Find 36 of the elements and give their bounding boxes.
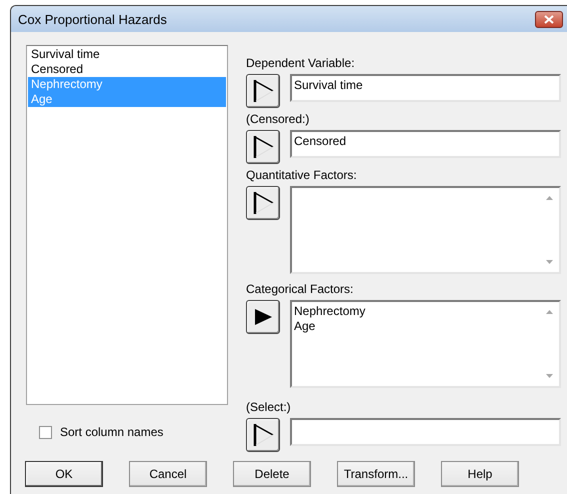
triangle-icon bbox=[252, 135, 274, 159]
close-button[interactable] bbox=[535, 10, 563, 28]
list-item[interactable]: Survival time bbox=[28, 47, 226, 62]
play-icon bbox=[253, 307, 273, 327]
input-field[interactable] bbox=[290, 418, 561, 446]
field-label: Categorical Factors: bbox=[246, 282, 354, 297]
triangle-icon bbox=[252, 423, 274, 447]
arrow-button[interactable] bbox=[246, 418, 280, 452]
dialog-button[interactable]: OK bbox=[25, 461, 103, 487]
list-field[interactable]: Nephrectomy Age bbox=[290, 300, 561, 388]
checkbox[interactable] bbox=[39, 426, 52, 438]
scroll-down-icon bbox=[546, 374, 553, 378]
field-label: Dependent Variable: bbox=[246, 56, 356, 71]
dialog-button[interactable]: Transform... bbox=[337, 461, 415, 487]
window-title: Cox Proportional Hazards bbox=[18, 12, 167, 26]
input-field[interactable]: Survival time bbox=[290, 74, 561, 102]
field-label: Quantitative Factors: bbox=[246, 168, 358, 183]
input-field[interactable]: Censored bbox=[290, 130, 561, 158]
dialog-button[interactable]: Delete bbox=[233, 461, 311, 487]
arrow-button[interactable] bbox=[246, 300, 280, 334]
scroll-up-icon bbox=[546, 196, 553, 200]
dialog-button[interactable]: Cancel bbox=[129, 461, 207, 487]
list-item[interactable]: Censored bbox=[28, 62, 226, 77]
field-label: (Select:) bbox=[246, 400, 292, 415]
dialog-button[interactable]: Help bbox=[441, 461, 519, 487]
arrow-button[interactable] bbox=[246, 186, 280, 220]
arrow-button[interactable] bbox=[246, 130, 280, 164]
scroll-up-icon bbox=[546, 310, 553, 314]
triangle-icon bbox=[252, 191, 274, 215]
triangle-icon bbox=[252, 79, 274, 103]
checkbox-label: Sort column names bbox=[60, 425, 164, 439]
scroll-down-icon bbox=[546, 260, 553, 264]
list-field[interactable] bbox=[290, 186, 561, 274]
field-label: (Censored:) bbox=[246, 112, 310, 127]
arrow-button[interactable] bbox=[246, 74, 280, 108]
close-icon bbox=[544, 14, 554, 24]
